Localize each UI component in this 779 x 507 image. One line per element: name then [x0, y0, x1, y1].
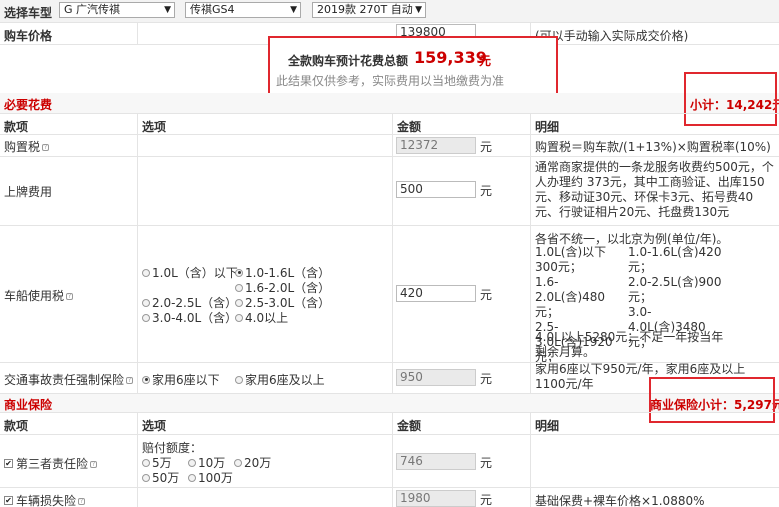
radio-option[interactable]: 20万 [234, 454, 271, 471]
radio-icon [235, 283, 243, 292]
chevron-down-icon: ▼ [164, 5, 171, 15]
commercial-title: 商业保险 [4, 398, 53, 412]
help-icon[interactable]: ? [126, 377, 134, 384]
radio-checked-icon [235, 268, 243, 277]
third-party-unit: 元 [480, 456, 493, 470]
plate-fee-label: 上牌费用 [4, 185, 53, 199]
radio-option[interactable]: 4.0以上 [235, 309, 288, 326]
third-party-input: 746 [396, 453, 476, 470]
model-select-value: 2019款 270T 自动 [317, 3, 413, 16]
brand-select-value: G 广汽传祺 [64, 3, 121, 16]
purchase-tax-unit: 元 [480, 140, 493, 154]
vehicle-loss-unit: 元 [480, 493, 493, 507]
series-select[interactable]: 传祺GS4 ▼ [185, 2, 301, 18]
divider [0, 22, 779, 23]
purchase-tax-input: 12372 [396, 137, 476, 154]
radio-option[interactable]: 家用6座以下 [142, 371, 220, 388]
divider [530, 113, 531, 393]
col-header-amount: 金额 [397, 419, 422, 433]
divider [0, 134, 779, 135]
radio-icon [142, 473, 150, 482]
price-label: 购车价格 [4, 29, 53, 43]
vehicle-loss-label[interactable]: ✔ 车辆损失险? [4, 492, 86, 507]
radio-icon [234, 458, 242, 467]
radio-icon [142, 458, 150, 467]
vehicle-loss-detail: 基础保费+裸车价格×1.0880% [535, 494, 705, 507]
col-header-detail: 明细 [535, 120, 560, 134]
selector-label: 选择车型 [4, 6, 53, 20]
purchase-tax-label: 购置税? [4, 140, 50, 154]
help-icon[interactable]: ? [90, 461, 98, 468]
plate-fee-detail: 通常商家提供的一条龙服务收费约500元，个人办理约 373元，其中工商验证、出库… [535, 160, 774, 219]
vehicle-tax-label: 车船使用税? [4, 289, 74, 303]
highlight-box [649, 377, 775, 423]
divider [392, 412, 393, 507]
vehicle-tax-detail-tail: 4.0L以上5280元；不足一年按当年剩余月算。 [535, 330, 724, 359]
divider [530, 412, 531, 507]
required-title: 必要花费 [4, 98, 53, 112]
divider [0, 487, 779, 488]
help-icon[interactable]: ? [78, 498, 86, 505]
radio-option[interactable]: 3.0-4.0L（含） [142, 309, 237, 326]
brand-select[interactable]: G 广汽传祺 ▼ [59, 2, 175, 18]
vehicle-tax-input[interactable]: 420 [396, 285, 476, 302]
divider [0, 225, 779, 226]
help-icon[interactable]: ? [66, 293, 74, 300]
radio-option[interactable]: 1.0L（含）以下 [142, 264, 238, 281]
vehicle-tax-unit: 元 [480, 288, 493, 302]
compulsory-insurance-label: 交通事故责任强制保险? [4, 373, 134, 387]
col-header-item: 款项 [4, 419, 29, 433]
divider [0, 412, 779, 413]
third-party-label[interactable]: ✔ 第三者责任险? [4, 455, 98, 472]
plate-fee-input[interactable]: 500 [396, 181, 476, 198]
radio-icon [188, 473, 196, 482]
chevron-down-icon: ▼ [415, 5, 422, 15]
section-header-required [0, 93, 779, 113]
chevron-down-icon: ▼ [290, 5, 297, 15]
price-hint: (可以手动输入实际成交价格) [535, 29, 689, 43]
checkbox-checked-icon[interactable]: ✔ [4, 459, 13, 468]
divider [137, 412, 138, 507]
compulsory-insurance-input: 950 [396, 369, 476, 386]
divider [137, 113, 138, 393]
col-header-option: 选项 [142, 419, 167, 433]
radio-option[interactable]: 100万 [188, 469, 233, 486]
series-select-value: 传祺GS4 [190, 3, 235, 16]
divider [392, 113, 393, 393]
radio-option[interactable]: 家用6座及以上 [235, 371, 325, 388]
radio-icon [142, 313, 150, 322]
compulsory-insurance-unit: 元 [480, 372, 493, 386]
divider [137, 22, 138, 44]
col-header-detail: 明细 [535, 419, 560, 433]
radio-icon [142, 298, 150, 307]
radio-icon [235, 375, 243, 384]
purchase-tax-detail: 购置税＝购车款/(1+13%)×购置税率(10%) [535, 140, 771, 154]
divider [0, 434, 779, 435]
col-header-amount: 金额 [397, 120, 422, 134]
divider [0, 156, 779, 157]
radio-option[interactable]: 50万 [142, 469, 179, 486]
radio-icon [235, 313, 243, 322]
col-header-item: 款项 [4, 120, 29, 134]
radio-icon [188, 458, 196, 467]
highlight-box [684, 72, 777, 126]
vehicle-loss-input: 1980 [396, 490, 476, 507]
col-header-option: 选项 [142, 120, 167, 134]
radio-icon [142, 268, 150, 277]
help-icon[interactable]: ? [42, 144, 50, 151]
radio-icon [235, 298, 243, 307]
divider [0, 113, 779, 114]
plate-fee-unit: 元 [480, 184, 493, 198]
radio-checked-icon [142, 375, 150, 384]
checkbox-checked-icon[interactable]: ✔ [4, 496, 13, 505]
model-select[interactable]: 2019款 270T 自动 ▼ [312, 2, 426, 18]
